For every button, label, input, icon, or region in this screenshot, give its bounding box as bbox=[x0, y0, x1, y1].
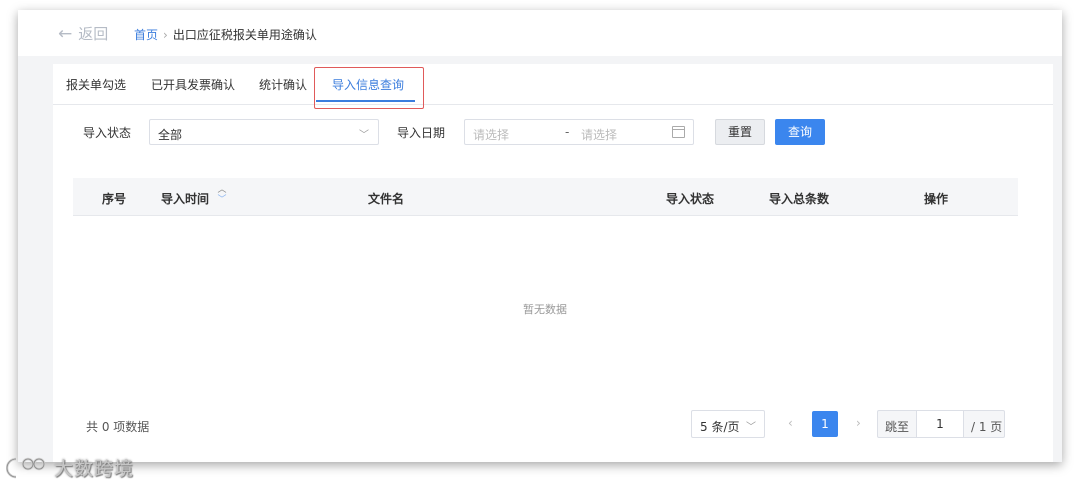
empty-state-text: 暂无数据 bbox=[523, 303, 567, 316]
breadcrumb-home[interactable]: 首页 bbox=[134, 28, 158, 42]
status-select-value: 全部 bbox=[158, 128, 183, 142]
col-import-time[interactable]: 导入时间 bbox=[161, 190, 209, 207]
date-filter-label: 导入日期 bbox=[397, 126, 446, 140]
prev-page-button[interactable]: ‹ bbox=[788, 416, 793, 430]
jump-label: 跳至 bbox=[885, 420, 910, 434]
sort-asc-icon[interactable]: ︿ bbox=[217, 186, 227, 195]
total-count-text: 共 0 项数据 bbox=[86, 420, 150, 434]
next-page-button[interactable]: › bbox=[856, 416, 861, 430]
date-separator: - bbox=[565, 125, 570, 139]
tab-bar: 报关单勾选 已开具发票确认 统计确认 导入信息查询 bbox=[53, 64, 1053, 109]
breadcrumb-current: 出口应征税报关单用途确认 bbox=[172, 28, 317, 42]
date-range-picker[interactable]: 请选择 - 请选择 bbox=[464, 119, 694, 145]
chevron-down-icon: ﹀ bbox=[746, 422, 756, 433]
app-window: ← 返回 首页 › 出口应征税报关单用途确认 报关单勾选 已开具发票确认 统计确认 导… bbox=[18, 10, 1062, 462]
col-index: 序号 bbox=[102, 192, 127, 206]
col-import-status: 导入状态 bbox=[666, 192, 715, 206]
watermark-text: 大数跨境 bbox=[54, 458, 135, 480]
back-arrow-icon: ← bbox=[58, 24, 73, 44]
back-button[interactable]: ← 返回 bbox=[58, 23, 108, 44]
date-start-input[interactable]: 请选择 bbox=[473, 126, 509, 143]
sort-desc-icon[interactable]: ﹀ bbox=[217, 196, 227, 205]
tab-statistics-confirm[interactable]: 统计确认 bbox=[259, 76, 307, 93]
table-header: 序号 导入时间 ︿ ﹀ 文件名 导入状态 导入总条数 操作 bbox=[73, 178, 1018, 216]
col-total-count: 导入总条数 bbox=[769, 192, 830, 206]
breadcrumb-separator: › bbox=[163, 28, 168, 42]
chevron-down-icon: ﹀ bbox=[359, 130, 369, 141]
breadcrumb: 首页 › 出口应征税报关单用途确认 bbox=[134, 26, 317, 43]
page-jumper: 跳至 / 1 页 bbox=[877, 410, 1005, 438]
calendar-icon bbox=[672, 126, 685, 138]
total-pages-text: / 1 页 bbox=[971, 420, 1003, 434]
highlight-box bbox=[314, 67, 424, 109]
col-actions: 操作 bbox=[924, 192, 949, 206]
watermark-logo-icon bbox=[6, 457, 46, 479]
tab-invoice-confirm[interactable]: 已开具发票确认 bbox=[151, 76, 235, 93]
date-end-input[interactable]: 请选择 bbox=[581, 126, 617, 143]
page-size-select[interactable]: 5 条/页 ﹀ bbox=[691, 410, 765, 438]
tab-declaration-select[interactable]: 报关单勾选 bbox=[66, 76, 126, 93]
col-filename: 文件名 bbox=[368, 192, 405, 206]
page-size-value: 5 条/页 bbox=[700, 420, 740, 434]
back-label: 返回 bbox=[78, 25, 109, 43]
status-select[interactable]: 全部 ﹀ bbox=[149, 119, 379, 145]
jump-page-input[interactable] bbox=[916, 410, 964, 438]
status-filter-label: 导入状态 bbox=[83, 126, 132, 140]
reset-button[interactable]: 重置 bbox=[715, 119, 765, 145]
sort-icon[interactable]: ︿ ﹀ bbox=[217, 186, 227, 206]
top-bar: ← 返回 首页 › 出口应征税报关单用途确认 bbox=[18, 10, 1062, 56]
page-number-current[interactable]: 1 bbox=[812, 411, 838, 437]
main-card: 报关单勾选 已开具发票确认 统计确认 导入信息查询 导入状态 全部 ﹀ 导入日期… bbox=[53, 64, 1053, 462]
query-button[interactable]: 查询 bbox=[775, 119, 825, 145]
